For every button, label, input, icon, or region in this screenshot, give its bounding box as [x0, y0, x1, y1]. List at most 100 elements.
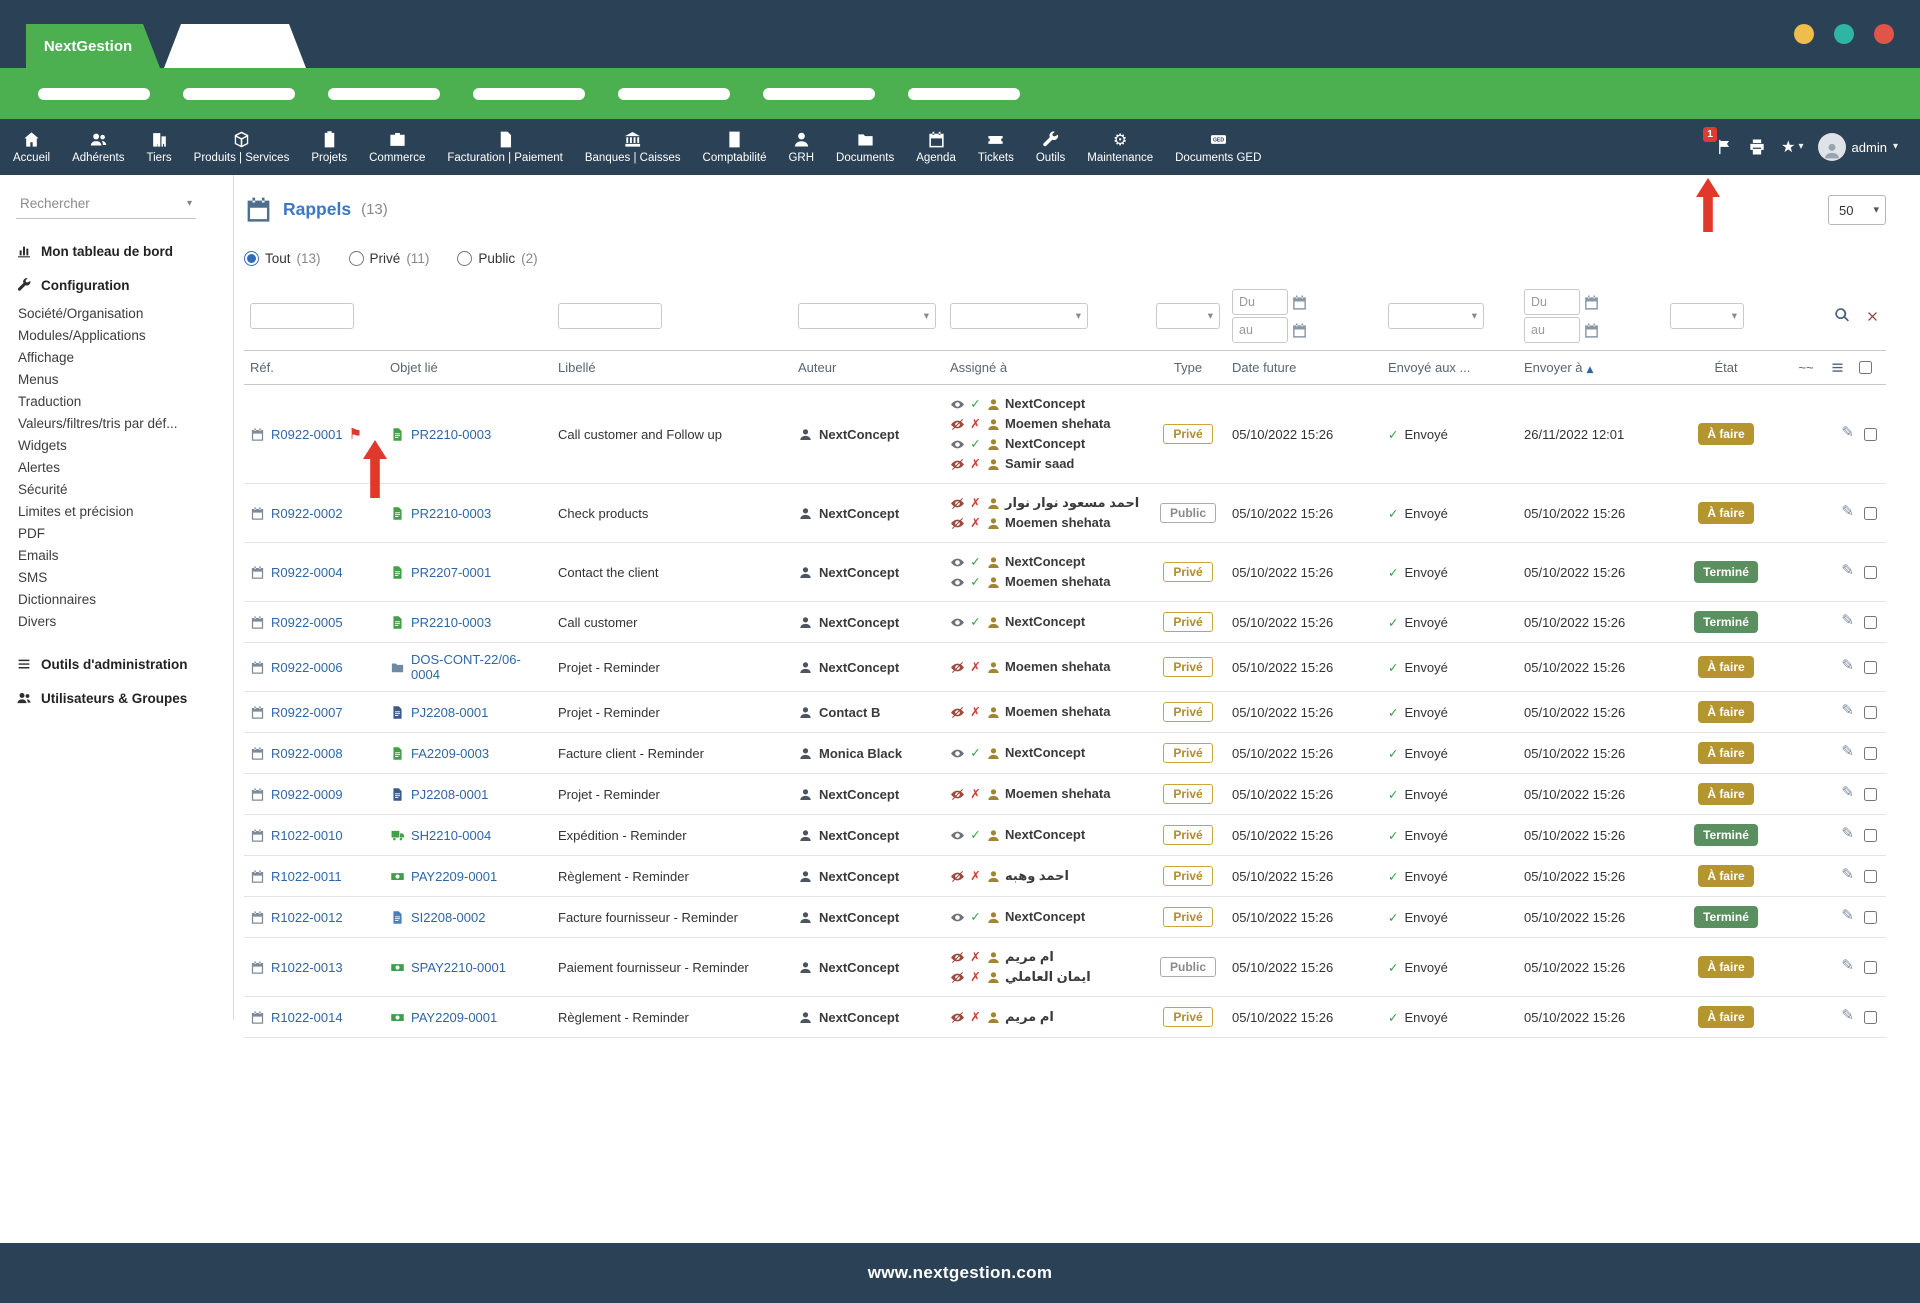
teal-dot[interactable]: [1834, 24, 1854, 44]
select-all-checkbox[interactable]: [1859, 361, 1872, 374]
nav-item-produits-services[interactable]: Produits | Services: [183, 119, 301, 175]
assignee-name[interactable]: Moemen shehata: [1005, 702, 1110, 722]
reminder-ref-link[interactable]: R0922-0002: [271, 506, 343, 521]
author-name[interactable]: Monica Black: [819, 746, 902, 761]
row-checkbox[interactable]: [1864, 870, 1877, 883]
filter-sendat-to-input[interactable]: [1524, 317, 1580, 343]
nav-item-agenda[interactable]: Agenda: [905, 119, 967, 175]
nav-item-commerce[interactable]: Commerce: [358, 119, 436, 175]
column-header-tat[interactable]: État: [1664, 351, 1788, 385]
edit-icon[interactable]: ✎: [1841, 908, 1854, 923]
linked-object-link[interactable]: PAY2209-0001: [411, 869, 497, 884]
sidebar-search-select[interactable]: Rechercher ▾: [16, 191, 196, 219]
nav-item-documents-ged[interactable]: GEDDocuments GED: [1164, 119, 1272, 175]
reminder-ref-link[interactable]: R0922-0007: [271, 705, 343, 720]
calendar-button[interactable]: [1583, 322, 1600, 339]
edit-icon[interactable]: ✎: [1841, 1008, 1854, 1023]
linked-object-link[interactable]: PJ2208-0001: [411, 705, 488, 720]
author-name[interactable]: NextConcept: [819, 615, 899, 630]
linked-object-link[interactable]: SI2208-0002: [411, 910, 485, 925]
row-checkbox[interactable]: [1864, 616, 1877, 629]
assignee-name[interactable]: NextConcept: [1005, 907, 1085, 927]
bookmarks-button[interactable]: ★ ▾: [1781, 139, 1803, 155]
reminder-ref-link[interactable]: R1022-0014: [271, 1010, 343, 1025]
sidebar-item-s-curit[interactable]: Sécurité: [18, 478, 219, 500]
edit-icon[interactable]: ✎: [1841, 744, 1854, 759]
linked-object-link[interactable]: PAY2209-0001: [411, 1010, 497, 1025]
assignee-name[interactable]: NextConcept: [1005, 743, 1085, 763]
sidebar-item-soci-t-organisation[interactable]: Société/Organisation: [18, 302, 219, 324]
notifications-button[interactable]: 1: [1715, 138, 1733, 156]
assignee-name[interactable]: Moemen shehata: [1005, 513, 1110, 533]
page-size-select[interactable]: 50: [1828, 195, 1886, 225]
sidebar-section-configuration[interactable]: Configuration: [16, 277, 219, 293]
reminder-ref-link[interactable]: R1022-0013: [271, 960, 343, 975]
edit-icon[interactable]: ✎: [1841, 867, 1854, 882]
nav-item-tiers[interactable]: Tiers: [136, 119, 183, 175]
nav-item-documents[interactable]: Documents: [825, 119, 905, 175]
radio-input-public[interactable]: [457, 251, 472, 266]
radio-public[interactable]: Public(2): [457, 251, 537, 266]
sidebar-item-emails[interactable]: Emails: [18, 544, 219, 566]
edit-icon[interactable]: ✎: [1841, 425, 1854, 440]
author-name[interactable]: NextConcept: [819, 828, 899, 843]
radio-priv[interactable]: Privé(11): [349, 251, 430, 266]
assignee-name[interactable]: ايمان العاملي: [1005, 967, 1091, 987]
row-checkbox[interactable]: [1864, 428, 1877, 441]
row-checkbox[interactable]: [1864, 961, 1877, 974]
edit-icon[interactable]: ✎: [1841, 826, 1854, 841]
sidebar-item-dictionnaires[interactable]: Dictionnaires: [18, 588, 219, 610]
calendar-button[interactable]: [1583, 294, 1600, 311]
column-header-type[interactable]: Type: [1150, 351, 1226, 385]
linked-object-link[interactable]: PR2210-0003: [411, 615, 491, 630]
column-header-misc[interactable]: ~~: [1788, 351, 1824, 385]
row-checkbox[interactable]: [1864, 747, 1877, 760]
assignee-name[interactable]: ام مريم: [1005, 1007, 1054, 1027]
edit-icon[interactable]: ✎: [1841, 658, 1854, 673]
radio-tout[interactable]: Tout(13): [244, 251, 321, 266]
assignee-name[interactable]: NextConcept: [1005, 394, 1085, 414]
author-name[interactable]: NextConcept: [819, 565, 899, 580]
column-header-objet-li[interactable]: Objet lié: [384, 351, 552, 385]
assignee-name[interactable]: Moemen shehata: [1005, 784, 1110, 804]
sidebar-item-divers[interactable]: Divers: [18, 610, 219, 632]
calendar-button[interactable]: [1291, 294, 1308, 311]
radio-input-tout[interactable]: [244, 251, 259, 266]
row-checkbox[interactable]: [1864, 507, 1877, 520]
author-name[interactable]: NextConcept: [819, 660, 899, 675]
filter-datefuture-from-input[interactable]: [1232, 289, 1288, 315]
linked-object-link[interactable]: PJ2208-0001: [411, 787, 488, 802]
assignee-name[interactable]: NextConcept: [1005, 552, 1085, 572]
column-header-assign[interactable]: Assigné à: [944, 351, 1150, 385]
filter-state-select[interactable]: ▾: [1670, 303, 1744, 329]
reminder-ref-link[interactable]: R0922-0005: [271, 615, 343, 630]
user-menu[interactable]: admin ▾: [1818, 133, 1898, 161]
sidebar-item-traduction[interactable]: Traduction: [18, 390, 219, 412]
sidebar-item-sms[interactable]: SMS: [18, 566, 219, 588]
row-checkbox[interactable]: [1864, 1011, 1877, 1024]
row-checkbox[interactable]: [1864, 788, 1877, 801]
sidebar-section-admin-tools[interactable]: Outils d'administration: [16, 656, 219, 672]
assignee-name[interactable]: احمد وهبه: [1005, 866, 1069, 886]
sidebar-item-alertes[interactable]: Alertes: [18, 456, 219, 478]
row-checkbox[interactable]: [1864, 661, 1877, 674]
edit-icon[interactable]: ✎: [1841, 958, 1854, 973]
filter-author-select[interactable]: ▾: [798, 303, 936, 329]
linked-object-link[interactable]: DOS-CONT-22/06-0004: [411, 652, 546, 682]
column-header-envoy-aux[interactable]: Envoyé aux ...: [1382, 351, 1518, 385]
row-checkbox[interactable]: [1864, 829, 1877, 842]
sidebar-section-users-groups[interactable]: Utilisateurs & Groupes: [16, 690, 219, 706]
assignee-name[interactable]: Moemen shehata: [1005, 572, 1110, 592]
nav-item-facturation-paiement[interactable]: Facturation | Paiement: [436, 119, 574, 175]
column-header-libell[interactable]: Libellé: [552, 351, 792, 385]
nav-item-comptabilit[interactable]: Comptabilité: [692, 119, 778, 175]
assignee-name[interactable]: NextConcept: [1005, 825, 1085, 845]
reminder-ref-link[interactable]: R1022-0010: [271, 828, 343, 843]
reminder-ref-link[interactable]: R0922-0004: [271, 565, 343, 580]
red-dot[interactable]: [1874, 24, 1894, 44]
footer-link[interactable]: www.nextgestion.com: [868, 1263, 1053, 1283]
row-checkbox[interactable]: [1864, 911, 1877, 924]
reminder-ref-link[interactable]: R1022-0011: [271, 869, 342, 884]
nav-item-outils[interactable]: Outils: [1025, 119, 1076, 175]
edit-icon[interactable]: ✎: [1841, 703, 1854, 718]
